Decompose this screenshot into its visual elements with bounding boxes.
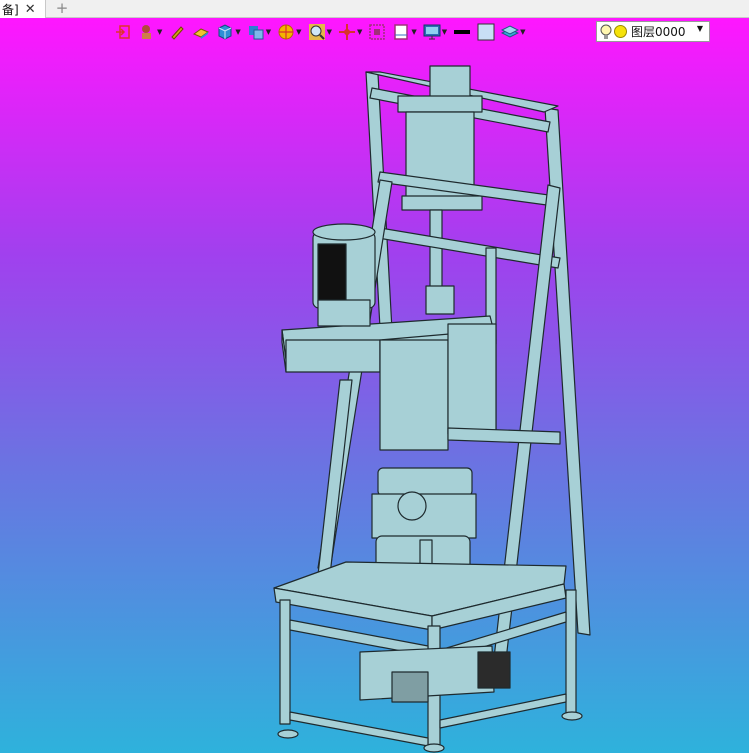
pen-tool[interactable] bbox=[166, 21, 188, 43]
fill-color-icon bbox=[477, 23, 495, 41]
pan-tool[interactable]: ▼ bbox=[336, 21, 364, 43]
eraser-tool[interactable] bbox=[190, 21, 212, 43]
window-tool[interactable]: ▼ bbox=[390, 21, 418, 43]
zoom-tool[interactable]: ▼ bbox=[306, 21, 334, 43]
document-tab-bar: 备] ✕ + bbox=[0, 0, 749, 18]
machine-model[interactable] bbox=[0, 18, 749, 753]
render-mode-tool[interactable]: ▼ bbox=[275, 21, 303, 43]
document-tab-title: 备] bbox=[2, 2, 19, 17]
line-color-icon bbox=[454, 30, 471, 34]
view-toolbar: ▼ ▼ ▼ ▼ ▼ ▼ ▼ ▼ ▼ bbox=[112, 20, 528, 44]
layer-select[interactable]: 图层0000 ▼ bbox=[596, 21, 710, 42]
layer-style-tool[interactable]: ▼ bbox=[499, 21, 527, 43]
user-coordinate-tool[interactable]: ▼ bbox=[136, 21, 164, 43]
section-view-icon bbox=[369, 24, 386, 40]
solid-box-tool[interactable]: ▼ bbox=[214, 21, 242, 43]
close-icon[interactable]: ✕ bbox=[25, 3, 36, 16]
layer-color-icon bbox=[614, 25, 627, 38]
view-orientation-tool[interactable]: ▼ bbox=[245, 21, 273, 43]
eraser-icon bbox=[193, 28, 210, 39]
fill-color-tool[interactable] bbox=[475, 21, 497, 43]
display-settings-tool[interactable]: ▼ bbox=[421, 21, 449, 43]
window-icon bbox=[394, 24, 409, 40]
user-coordinate-icon bbox=[142, 25, 151, 39]
pen-icon bbox=[171, 26, 185, 40]
chevron-down-icon: ▼ bbox=[696, 24, 703, 33]
display-settings-icon bbox=[423, 24, 441, 40]
document-tab[interactable]: 备] ✕ bbox=[0, 0, 46, 18]
render-mode-icon bbox=[278, 24, 294, 40]
line-color-tool[interactable] bbox=[451, 21, 473, 43]
new-tab-button[interactable]: + bbox=[55, 0, 69, 18]
view-orientation-icon bbox=[248, 26, 264, 40]
lightbulb-icon bbox=[600, 24, 612, 39]
layer-style-icon bbox=[501, 25, 520, 38]
exit-sketch-icon bbox=[116, 25, 130, 39]
section-view-tool[interactable] bbox=[366, 21, 388, 43]
exit-sketch-tool[interactable] bbox=[112, 21, 134, 43]
zoom-icon bbox=[308, 24, 325, 40]
layer-name: 图层0000 bbox=[631, 25, 686, 39]
solid-box-icon bbox=[218, 24, 232, 40]
pan-icon bbox=[338, 24, 355, 40]
